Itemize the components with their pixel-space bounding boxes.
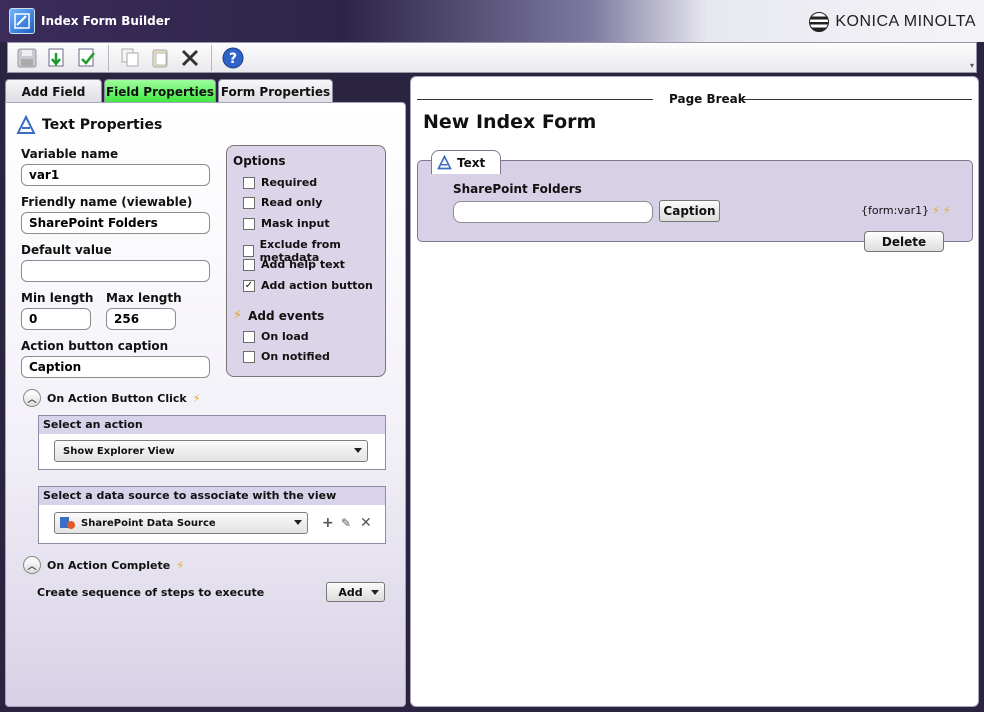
lightning-icon: ⚡ — [233, 308, 243, 323]
document-check-icon — [78, 48, 95, 66]
save-button[interactable] — [12, 44, 42, 72]
select-action-header: Select an action — [39, 416, 385, 434]
paste-button[interactable] — [145, 44, 175, 72]
action-dropdown[interactable]: Show Explorer View — [54, 440, 368, 462]
properties-header: Text Properties — [16, 115, 162, 135]
option-read-only[interactable]: Read only — [243, 196, 322, 209]
toolbar: ? ▾ — [0, 42, 984, 74]
add-icon[interactable]: + — [322, 515, 334, 531]
dropdown-arrow-icon — [294, 520, 302, 525]
copy-button[interactable] — [115, 44, 145, 72]
max-length-label: Max length — [106, 291, 182, 305]
default-value-input[interactable] — [21, 260, 210, 282]
add-step-button[interactable]: Add — [326, 582, 385, 602]
form-variable-reference: {form:var1} ⚡ ⚡ — [861, 204, 951, 217]
friendly-name-label: Friendly name (viewable) — [21, 195, 193, 209]
collapse-icon[interactable]: ︿ — [23, 556, 41, 574]
lightning-icon[interactable]: ⚡ — [932, 204, 940, 217]
globe-icon — [809, 12, 830, 32]
checkbox[interactable] — [243, 350, 255, 363]
variable-name-label: Variable name — [21, 147, 119, 161]
tab-form-properties[interactable]: Form Properties — [218, 79, 333, 103]
copy-icon — [121, 48, 139, 66]
checkbox[interactable] — [243, 176, 255, 189]
select-action-group: Select an action Show Explorer View — [38, 415, 386, 470]
option-add-help-text[interactable]: Add help text — [243, 258, 345, 271]
field-input[interactable] — [453, 201, 653, 223]
delete-toolbar-button[interactable] — [175, 44, 205, 72]
event-on-load[interactable]: On load — [243, 330, 309, 343]
toolbar-grip-icon[interactable]: ▾ — [970, 61, 974, 70]
option-mask-input[interactable]: Mask input — [243, 217, 330, 230]
checkbox[interactable] — [243, 245, 254, 257]
svg-text:?: ? — [229, 51, 237, 67]
lightning-icon: ⚡ — [192, 391, 201, 405]
tab-field-properties[interactable]: Field Properties — [104, 79, 216, 103]
options-title: Options — [233, 154, 286, 168]
event-on-notified[interactable]: On notified — [243, 350, 330, 363]
tab-add-field[interactable]: Add Field — [5, 79, 102, 103]
data-source-dropdown[interactable]: SharePoint Data Source — [54, 512, 308, 534]
remove-icon[interactable]: ✕ — [360, 515, 372, 531]
document-download-icon — [48, 48, 64, 66]
edit-icon[interactable]: ✎ — [341, 516, 351, 530]
text-field-icon — [437, 155, 452, 170]
form-title: New Index Form — [423, 111, 597, 133]
sharepoint-icon — [60, 517, 75, 529]
caption-button[interactable]: Caption — [659, 200, 720, 222]
dropdown-arrow-icon — [371, 590, 379, 595]
action-caption-label: Action button caption — [21, 339, 169, 353]
field-label: SharePoint Folders — [453, 182, 582, 196]
paste-icon — [152, 49, 168, 67]
on-action-complete-header: ︿ On Action Complete ⚡ — [23, 556, 184, 574]
max-length-input[interactable] — [106, 308, 176, 330]
help-button[interactable]: ? — [218, 44, 248, 72]
lightning-icon[interactable]: ⚡ — [943, 204, 951, 217]
help-icon: ? — [222, 47, 244, 68]
variable-name-input[interactable] — [21, 164, 210, 186]
text-field-icon — [16, 115, 36, 134]
save-download-button[interactable] — [42, 44, 72, 72]
option-add-action-button[interactable]: ✓ Add action button — [243, 279, 373, 292]
title-bar: Index Form Builder KONICA MINOLTA — [0, 0, 984, 42]
field-properties-panel: Text Properties Variable name Friendly n… — [5, 102, 406, 707]
close-icon — [181, 49, 199, 66]
page-break-label: Page Break — [663, 92, 752, 106]
window-title: Index Form Builder — [41, 14, 170, 28]
checkbox[interactable] — [243, 258, 255, 271]
add-events-header: ⚡ Add events — [233, 308, 325, 323]
collapse-icon[interactable]: ︿ — [23, 389, 41, 407]
checkbox-checked[interactable]: ✓ — [243, 279, 255, 292]
default-value-label: Default value — [21, 243, 112, 257]
checkbox[interactable] — [243, 330, 255, 343]
option-required[interactable]: Required — [243, 176, 317, 189]
options-box: Options Required Read only Mask input Ex… — [226, 145, 386, 377]
sequence-label: Create sequence of steps to execute — [37, 586, 265, 599]
on-action-button-click-header: ︿ On Action Button Click ⚡ — [23, 389, 200, 407]
min-length-label: Min length — [21, 291, 94, 305]
form-canvas: Page Break New Index Form SharePoint Fol… — [410, 76, 979, 707]
field-type-tab[interactable]: Text — [431, 150, 501, 174]
delete-field-button[interactable]: Delete — [864, 231, 944, 252]
app-icon — [9, 8, 35, 34]
checkbox[interactable] — [243, 196, 255, 209]
data-source-header: Select a data source to associate with t… — [39, 487, 385, 505]
brand-logo: KONICA MINOLTA — [809, 12, 976, 32]
friendly-name-input[interactable] — [21, 212, 210, 234]
dropdown-arrow-icon — [354, 448, 362, 453]
page-break-line — [417, 99, 653, 100]
page-break-line — [741, 99, 972, 100]
data-source-group: Select a data source to associate with t… — [38, 486, 386, 544]
checkbox[interactable] — [243, 217, 255, 230]
validate-button[interactable] — [72, 44, 102, 72]
save-icon — [17, 48, 37, 67]
min-length-input[interactable] — [21, 308, 91, 330]
lightning-icon: ⚡ — [176, 558, 184, 572]
action-caption-input[interactable] — [21, 356, 210, 378]
